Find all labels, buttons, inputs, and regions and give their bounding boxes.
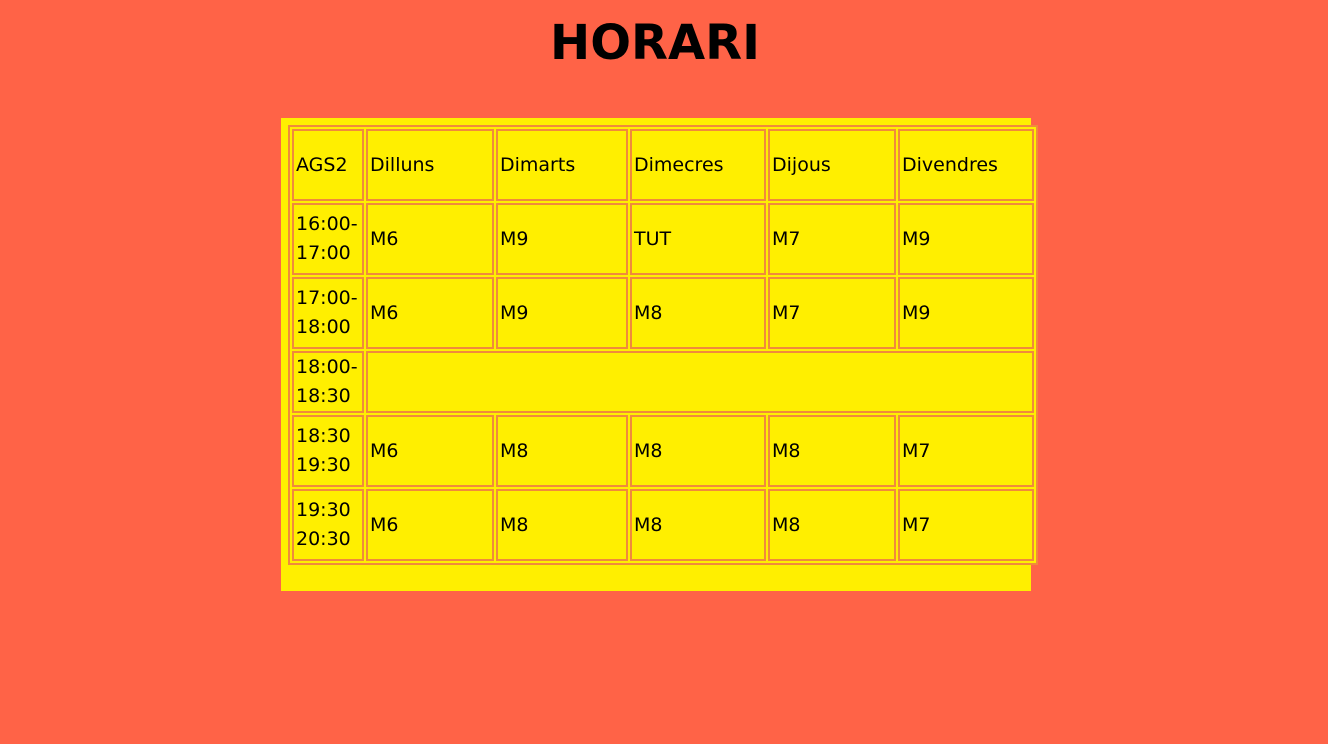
time-slot-cell: 17:00- 18:00 — [292, 277, 364, 349]
class-cell: M7 — [768, 277, 896, 349]
class-cell: M8 — [768, 489, 896, 561]
table-row: 16:00- 17:00 M6 M9 TUT M7 M9 — [292, 203, 1034, 275]
time-slot-end: 18:00 — [296, 316, 351, 338]
table-row: 19:30 20:30 M6 M8 M8 M8 M7 — [292, 489, 1034, 561]
time-slot-cell: 19:30 20:30 — [292, 489, 364, 561]
class-cell: M8 — [630, 489, 766, 561]
class-cell: M7 — [768, 203, 896, 275]
time-slot-start: 19:30 — [296, 499, 351, 521]
time-slot-end: 19:30 — [296, 454, 351, 476]
table-row: 17:00- 18:00 M6 M9 M8 M7 M9 — [292, 277, 1034, 349]
class-cell: M6 — [366, 203, 494, 275]
break-cell — [366, 351, 1034, 413]
day-header-wednesday: Dimecres — [630, 129, 766, 201]
table-row: 18:30 19:30 M6 M8 M8 M8 M7 — [292, 415, 1034, 487]
time-slot-end: 18:30 — [296, 385, 351, 407]
time-slot-start: 17:00- — [296, 287, 358, 309]
day-header-monday: Dilluns — [366, 129, 494, 201]
class-cell: M6 — [366, 489, 494, 561]
class-cell: M8 — [768, 415, 896, 487]
time-slot-start: 18:00- — [296, 356, 358, 378]
time-slot-start: 18:30 — [296, 425, 351, 447]
class-cell: M8 — [630, 277, 766, 349]
class-cell: M9 — [496, 203, 628, 275]
class-cell: M9 — [898, 277, 1034, 349]
class-cell: M8 — [630, 415, 766, 487]
class-cell: M8 — [496, 489, 628, 561]
page-title: HORARI — [550, 15, 760, 71]
class-cell: M9 — [898, 203, 1034, 275]
day-header-friday: Divendres — [898, 129, 1034, 201]
time-slot-start: 16:00- — [296, 213, 358, 235]
time-slot-end: 17:00 — [296, 242, 351, 264]
class-cell: M6 — [366, 415, 494, 487]
schedule-panel: AGS2 Dilluns Dimarts Dimecres Dijous Div… — [281, 118, 1038, 591]
time-slot-cell: 18:00- 18:30 — [292, 351, 364, 413]
class-cell: M9 — [496, 277, 628, 349]
break-row: 18:00- 18:30 — [292, 351, 1034, 413]
time-slot-end: 20:30 — [296, 528, 351, 550]
class-cell: M8 — [496, 415, 628, 487]
header-row: AGS2 Dilluns Dimarts Dimecres Dijous Div… — [292, 129, 1034, 201]
class-cell: M6 — [366, 277, 494, 349]
day-header-thursday: Dijous — [768, 129, 896, 201]
corner-cell: AGS2 — [292, 129, 364, 201]
class-cell: M7 — [898, 415, 1034, 487]
time-slot-cell: 16:00- 17:00 — [292, 203, 364, 275]
class-cell: M7 — [898, 489, 1034, 561]
schedule-table: AGS2 Dilluns Dimarts Dimecres Dijous Div… — [288, 125, 1038, 565]
day-header-tuesday: Dimarts — [496, 129, 628, 201]
class-cell: TUT — [630, 203, 766, 275]
time-slot-cell: 18:30 19:30 — [292, 415, 364, 487]
